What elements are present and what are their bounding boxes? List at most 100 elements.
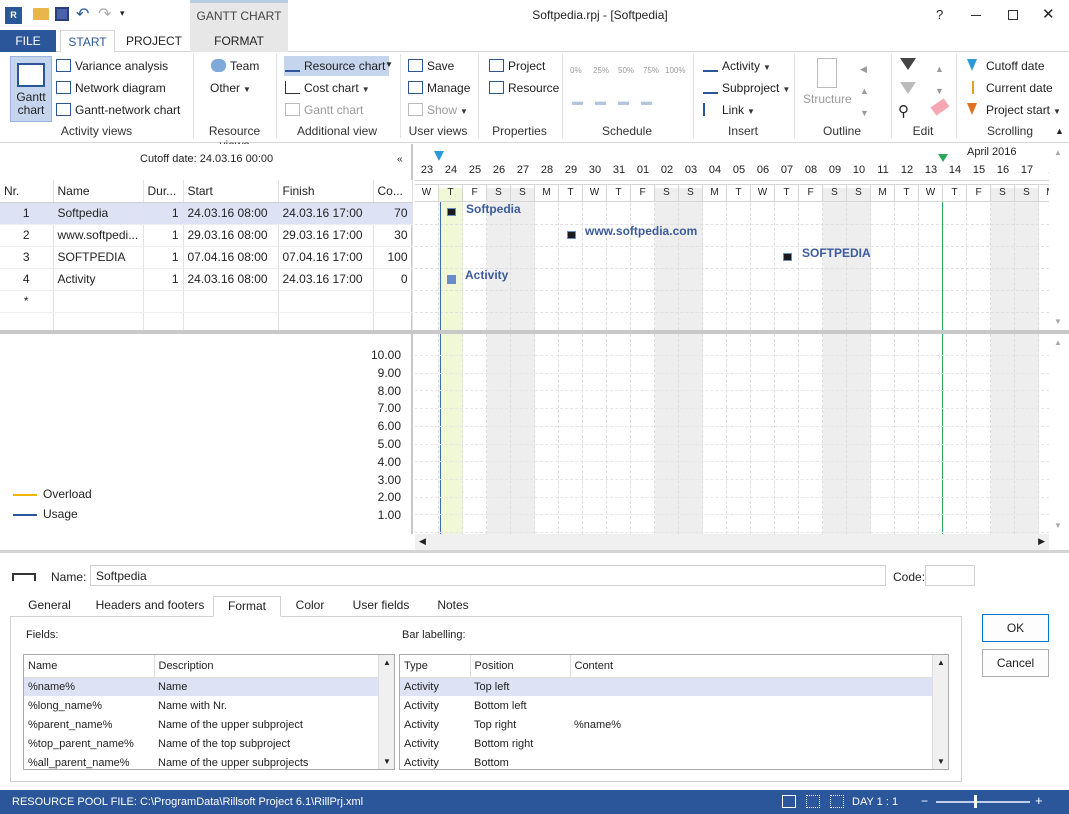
list-item[interactable]: Activity Top right %name%	[400, 715, 932, 734]
gantt-bar[interactable]	[447, 275, 456, 284]
percent-25-button[interactable]: 25%	[593, 66, 609, 75]
tab-headers-footers[interactable]: Headers and footers	[94, 596, 206, 616]
list-item[interactable]: %all_parent_name% Name of the upper subpr…	[24, 753, 378, 769]
cell-duration[interactable]: 1	[143, 202, 184, 225]
clear-filter-icon[interactable]	[900, 82, 916, 94]
list-item[interactable]: Activity Bottom left	[400, 696, 932, 715]
percent-0-button[interactable]: 0%	[570, 66, 582, 75]
bar-col-type[interactable]: Type	[400, 655, 471, 677]
bar-label-softpedia[interactable]: Softpedia	[466, 202, 521, 216]
eraser-icon[interactable]	[930, 98, 950, 116]
col-header-duration[interactable]: Dur...	[143, 180, 184, 203]
tab-project[interactable]: PROJECT	[120, 30, 188, 52]
cell-finish[interactable]: 24.03.16 17:00	[278, 268, 374, 291]
insert-subproject-button[interactable]: Subproject ▼	[702, 78, 790, 98]
col-header-name[interactable]: Name	[53, 180, 144, 203]
table-row-new[interactable]: *	[0, 290, 413, 313]
manage-view-button[interactable]: Manage	[407, 78, 470, 98]
percent-50-button[interactable]: 50%	[618, 66, 634, 75]
name-field[interactable]: Softpedia	[90, 565, 886, 586]
table-row[interactable]: 1 Softpedia 1 24.03.16 08:00 24.03.16 17…	[0, 202, 413, 225]
tab-notes[interactable]: Notes	[431, 596, 475, 616]
list-item[interactable]: Activity Bottom right	[400, 734, 932, 753]
filter-icon[interactable]	[900, 58, 916, 70]
fields-scrollbar[interactable]: ▲ ▼	[378, 655, 394, 769]
variance-analysis-button[interactable]: Variance analysis	[55, 56, 168, 76]
cell-complete[interactable]: 100	[373, 246, 413, 269]
cell-finish[interactable]: 29.03.16 17:00	[278, 224, 374, 247]
open-folder-icon[interactable]	[33, 8, 49, 20]
help-icon[interactable]: ?	[936, 7, 943, 22]
tab-general[interactable]: General	[22, 596, 77, 616]
cell-finish[interactable]: 07.04.16 17:00	[278, 246, 374, 269]
cell-start[interactable]: 24.03.16 08:00	[183, 268, 279, 291]
list-item[interactable]: %top_parent_name% Name of the top subproj…	[24, 734, 378, 753]
undo-icon[interactable]: ↶	[76, 4, 89, 24]
resource-vscrollbar[interactable]: ▲ ▼	[1050, 334, 1067, 534]
percent-100-button[interactable]: 100%	[665, 66, 685, 75]
list-item[interactable]: %parent_name% Name of the upper subprojec…	[24, 715, 378, 734]
percent-75-button[interactable]: 75%	[643, 66, 659, 75]
cell-duration[interactable]: 1	[143, 224, 184, 247]
current-date-button[interactable]: Current date	[966, 78, 1053, 98]
other-button[interactable]: Other ▼	[190, 78, 251, 98]
view-grid-icon[interactable]	[806, 795, 820, 808]
bar-label-www[interactable]: www.softpedia.com	[585, 224, 697, 238]
quick-access-dropdown-icon[interactable]: ▾	[120, 8, 125, 19]
collapse-table-icon[interactable]: «	[397, 154, 403, 165]
gantt-bar[interactable]	[567, 231, 576, 239]
table-row[interactable]: 2 www.softpedi... 1 29.03.16 08:00 29.03…	[0, 224, 413, 247]
view-split-icon[interactable]	[830, 795, 844, 808]
zoom-slider-track[interactable]	[936, 801, 1030, 803]
tab-start[interactable]: START	[60, 30, 115, 53]
cell-duration[interactable]: 1	[143, 268, 184, 291]
cutoff-date-button[interactable]: Cutoff date	[966, 56, 1045, 76]
gantt-chart-button[interactable]: Gantt chart	[10, 56, 52, 122]
outline-arrows[interactable]: ◀ ▲ ▼	[860, 58, 869, 124]
list-item[interactable]: Activity Top left	[400, 677, 932, 696]
structure-button[interactable]: Structure	[803, 58, 852, 106]
timeline-hscrollbar[interactable]: ◀ ▶	[415, 534, 1049, 550]
cell-name[interactable]: Activity	[53, 268, 144, 291]
cell-name[interactable]: Softpedia	[53, 202, 144, 225]
list-item[interactable]: %name% Name	[24, 677, 378, 696]
bar-label-activity[interactable]: Activity	[465, 268, 508, 282]
gantt-bar[interactable]	[783, 253, 792, 261]
bar-list-scrollbar[interactable]: ▲ ▼	[932, 655, 948, 769]
cell-start[interactable]: 24.03.16 08:00	[183, 202, 279, 225]
insert-link-button[interactable]: Link ▼	[702, 100, 755, 120]
close-icon[interactable]: ✕	[1042, 5, 1055, 23]
save-view-button[interactable]: Save	[407, 56, 454, 76]
minimize-icon[interactable]	[971, 15, 981, 16]
zoom-slider-thumb[interactable]	[974, 795, 977, 808]
cell-duration[interactable]: 1	[143, 246, 184, 269]
edit-arrows[interactable]: ▲ ▼	[935, 58, 944, 102]
tab-color[interactable]: Color	[289, 596, 331, 616]
zoom-in-button[interactable]: +	[1035, 793, 1043, 808]
gantt-chart-additional-button[interactable]: Gantt chart	[284, 100, 363, 120]
show-view-button[interactable]: Show ▼	[407, 100, 468, 120]
cell-complete[interactable]: 30	[373, 224, 413, 247]
tab-user-fields[interactable]: User fields	[346, 596, 416, 616]
resource-properties-button[interactable]: Resource	[488, 78, 559, 98]
collapse-ribbon-icon[interactable]: ▲	[1055, 126, 1064, 136]
gantt-bar[interactable]	[447, 208, 456, 216]
schedule-action-icons[interactable]: ▬▬▬▬	[572, 96, 682, 108]
ok-button[interactable]: OK	[982, 614, 1049, 642]
view-normal-icon[interactable]	[782, 795, 796, 808]
insert-activity-button[interactable]: Activity ▼	[702, 56, 771, 76]
col-header-start[interactable]: Start	[183, 180, 279, 203]
col-header-finish[interactable]: Finish	[278, 180, 374, 203]
tab-file[interactable]: FILE	[0, 30, 56, 52]
save-icon[interactable]	[55, 7, 69, 21]
gantt-vscrollbar[interactable]: ▲ ▼	[1050, 144, 1067, 330]
project-start-button[interactable]: Project start ▼	[966, 100, 1061, 120]
cell-complete[interactable]: 70	[373, 202, 413, 225]
resource-chart-dropdown-icon[interactable]: ▼	[385, 60, 393, 69]
project-properties-button[interactable]: Project	[488, 56, 545, 76]
table-row[interactable]: 4 Activity 1 24.03.16 08:00 24.03.16 17:…	[0, 268, 413, 291]
resource-chart-button[interactable]: Resource chart	[284, 56, 390, 76]
redo-icon[interactable]: ↷	[98, 4, 111, 24]
tab-format[interactable]: FORMAT	[190, 30, 288, 52]
col-header-nr[interactable]: Nr.	[0, 180, 54, 203]
